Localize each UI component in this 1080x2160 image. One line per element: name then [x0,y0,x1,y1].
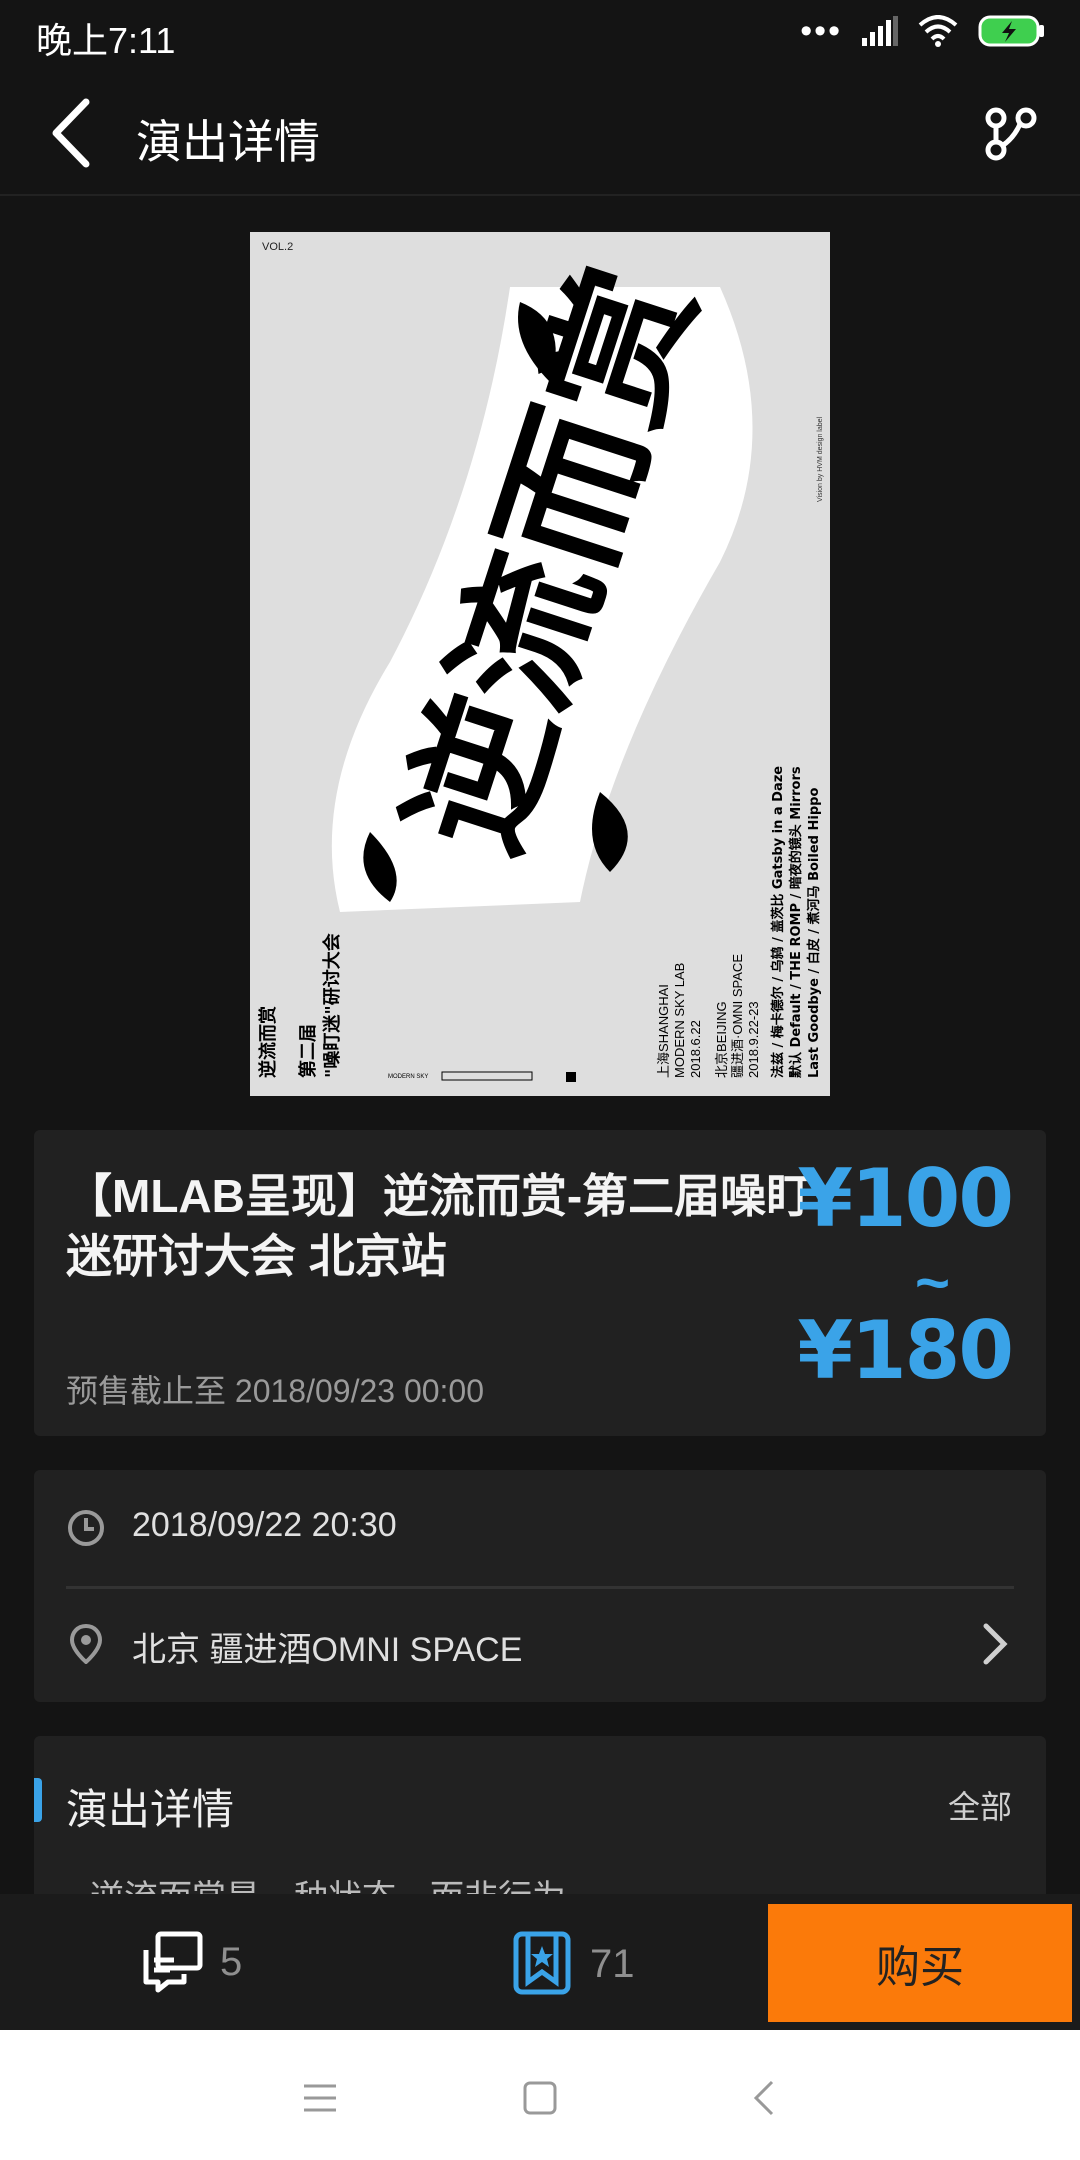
price-high: ¥180 [797,1304,1014,1397]
price-low: ¥100 [797,1152,1014,1245]
status-bar: 晚上7:11 ••• [0,0,1080,70]
poster-venue-1: MODERN SKY LAB [672,963,687,1078]
comment-button[interactable]: 5 [140,1930,242,1994]
poster-venue-2: 2018.6.22 [688,1020,703,1078]
location-pin-icon [69,1624,103,1664]
poster-lineup-0: 法兹 / 梅卡德尔 / 乌鸫 / 盖茨比 Gatsby in a Daze [770,766,786,1078]
comment-icon [143,1931,203,1993]
buy-button[interactable]: 购买 [768,1904,1072,2022]
event-datetime: 2018/09/22 20:30 [132,1506,397,1544]
chevron-right-icon [983,1623,1008,1665]
detail-all-link[interactable]: 全部 [948,1782,1012,1828]
poster-side-title-3: "噪盯迷"研讨大会 [321,933,343,1078]
back-button[interactable] [44,96,104,170]
battery-charging-icon [978,15,1044,47]
share-icon[interactable] [980,104,1040,164]
favorite-button[interactable]: 71 [510,1930,635,1998]
poster-lineup-1: 默认 Default / THE ROMP / 暗夜的镜头 Mirrors [788,766,804,1078]
menu-icon[interactable] [300,2078,340,2118]
poster-venue-3: 北京BEIJING [714,1001,729,1078]
poster-vol: VOL.2 [262,241,293,253]
poster-venue-5: 2018.9.22-23 [746,1001,761,1078]
event-title: 【MLAB呈现】逆流而赏-第二届噪盯迷研讨大会 北京站 [66,1170,813,1282]
comment-count: 5 [220,1939,243,1984]
signal-icon [862,16,898,46]
poster-venue-4: 疆进酒·OMNI SPACE [730,954,745,1078]
bookmark-star-icon [513,1931,571,1995]
status-icons: ••• [800,14,1046,48]
poster-credit: Vision by HVM design label [817,416,824,502]
screen: 晚上7:11 ••• 演出详情 VOL.2 逆流而赏 逆流而赏 第二届 "噪盯迷… [0,0,1080,2160]
event-poster[interactable]: VOL.2 逆流而赏 逆流而赏 第二届 "噪盯迷"研讨大会 上海SHANGHAI [250,232,830,1096]
datetime-row: 2018/09/22 20:30 [34,1470,1046,1586]
top-nav: 演出详情 [0,70,1080,196]
presale-deadline: 预售截止至 2018/09/23 00:00 [66,1373,485,1409]
poster-side-title-1: 逆流而赏 [257,1006,279,1078]
section-accent [34,1778,42,1822]
time-venue-card: 2018/09/22 20:30 北京 疆进酒OMNI SPACE [34,1470,1046,1702]
event-venue: 北京 疆进酒OMNI SPACE [132,1631,523,1669]
favorite-count: 71 [590,1941,635,1986]
status-time: 晚上7:11 [36,20,176,61]
home-icon[interactable] [520,2078,560,2118]
wifi-icon [918,15,958,47]
poster-artwork: VOL.2 逆流而赏 逆流而赏 第二届 "噪盯迷"研讨大会 上海SHANGHAI [250,232,830,1096]
bottom-action-bar: 5 71 购买 [0,1894,1080,2030]
signal-dots: ••• [800,12,842,50]
clock-icon [68,1510,104,1546]
poster-logo-text: MODERN SKY [388,1074,428,1080]
poster-venue-0: 上海SHANGHAI [656,984,671,1078]
poster-lineup-2: Last Goodbye / 白皮 / 煮河马 Boiled Hippo [806,788,822,1078]
poster-side-title-2: 第二届 [297,1024,319,1078]
system-nav-bar [0,2030,1080,2160]
event-info-card: 【MLAB呈现】逆流而赏-第二届噪盯迷研讨大会 北京站 预售截止至 2018/0… [34,1130,1046,1436]
page-title: 演出详情 [136,116,320,168]
back-icon[interactable] [746,2078,786,2118]
venue-row[interactable]: 北京 疆进酒OMNI SPACE [34,1586,1046,1702]
detail-section-title: 演出详情 [66,1786,235,1833]
